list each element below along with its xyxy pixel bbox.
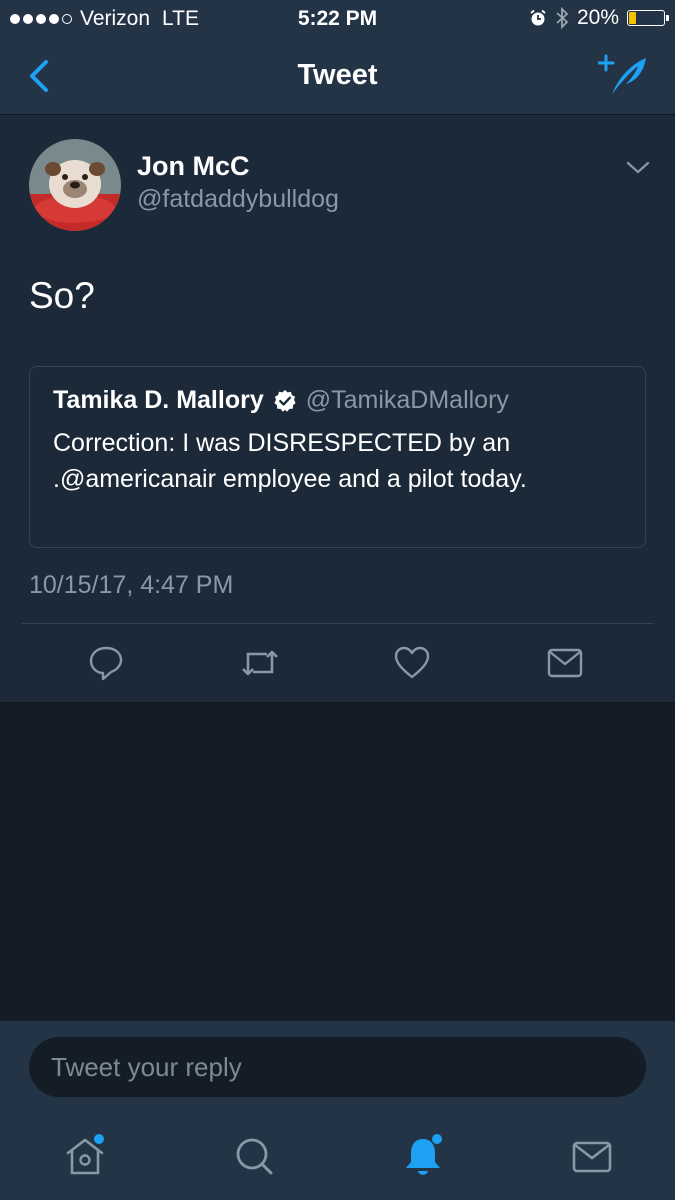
reply-bar bbox=[0, 1021, 675, 1113]
navigation-bar: Tweet bbox=[0, 38, 675, 115]
quoted-tweet-header: Tamika D. Mallory @TamikaDMallory bbox=[53, 386, 509, 415]
status-icons: 20% bbox=[529, 6, 669, 30]
tab-notifications[interactable] bbox=[398, 1131, 448, 1181]
quoted-tweet-text: Correction: I was DISRESPECTED by an .@a… bbox=[53, 429, 527, 493]
retweet-icon bbox=[242, 650, 278, 676]
author-avatar[interactable] bbox=[29, 139, 121, 231]
chevron-down-icon bbox=[626, 161, 650, 174]
reply-button[interactable] bbox=[88, 645, 124, 681]
author-handle[interactable]: @fatdaddybulldog bbox=[137, 185, 339, 214]
home-badge-dot bbox=[94, 1134, 104, 1144]
battery-icon bbox=[627, 10, 669, 26]
author-name[interactable]: Jon McC bbox=[137, 151, 250, 182]
bell-icon bbox=[406, 1134, 442, 1175]
battery-percent: 20% bbox=[576, 6, 619, 29]
bulldog-avatar-image bbox=[29, 139, 121, 231]
tab-messages[interactable] bbox=[567, 1131, 617, 1181]
bluetooth-icon bbox=[556, 7, 569, 29]
quoted-author-name: Tamika D. Mallory bbox=[53, 386, 264, 414]
page-title: Tweet bbox=[297, 59, 378, 91]
alarm-icon bbox=[530, 9, 546, 26]
verified-badge-icon bbox=[273, 389, 297, 413]
compose-feather-icon bbox=[597, 54, 646, 94]
tweet-text: So? bbox=[29, 275, 95, 316]
tab-bar bbox=[0, 1113, 675, 1200]
direct-message-button[interactable] bbox=[547, 645, 583, 681]
quoted-author-handle: @TamikaDMallory bbox=[305, 386, 509, 414]
direct-message-icon bbox=[547, 648, 583, 678]
tweet-detail: Jon McC @fatdaddybulldog So? Tamika D. M… bbox=[0, 115, 675, 703]
tweet-actions bbox=[0, 645, 675, 685]
reply-input[interactable] bbox=[29, 1037, 646, 1097]
divider bbox=[22, 623, 653, 624]
retweet-button[interactable] bbox=[241, 645, 278, 681]
search-icon bbox=[236, 1138, 273, 1175]
reply-icon bbox=[89, 646, 123, 681]
status-bar: Verizon LTE 5:22 PM 20% bbox=[0, 0, 675, 38]
tab-home[interactable] bbox=[60, 1131, 110, 1181]
tweet-options-button[interactable] bbox=[624, 157, 652, 177]
tab-search[interactable] bbox=[229, 1131, 279, 1181]
notifications-badge-dot bbox=[432, 1134, 442, 1144]
like-icon bbox=[394, 646, 430, 679]
compose-tweet-button[interactable] bbox=[597, 54, 650, 98]
tweet-timestamp: 10/15/17, 4:47 PM bbox=[29, 571, 234, 599]
like-button[interactable] bbox=[394, 645, 430, 681]
mail-icon bbox=[572, 1141, 612, 1173]
quoted-tweet[interactable]: Tamika D. Mallory @TamikaDMallory Correc… bbox=[29, 366, 646, 548]
home-icon bbox=[66, 1134, 104, 1175]
